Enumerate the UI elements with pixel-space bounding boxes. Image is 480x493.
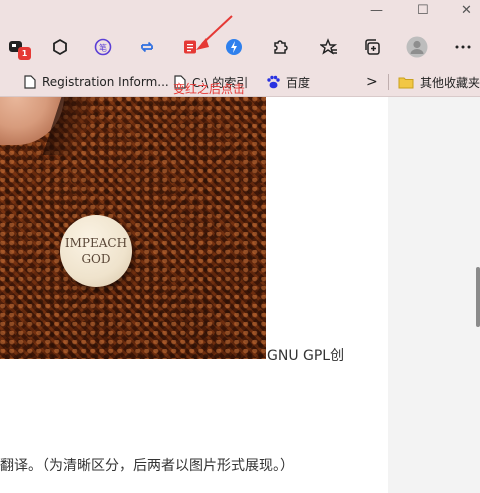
other-favorites-label: 其他收藏夹: [420, 75, 480, 90]
folder-icon: [398, 76, 414, 89]
maximize-button[interactable]: ☐: [417, 3, 429, 18]
puzzle-icon[interactable]: [268, 35, 292, 59]
page-icon: [24, 75, 36, 89]
bookmark-label: Registration Inform...: [42, 75, 169, 89]
translate-icon[interactable]: 笔: [91, 35, 115, 59]
impeach-god-pin: IMPEACH GOD: [60, 215, 132, 287]
pin-text-line2: GOD: [81, 252, 111, 266]
paragraph-text-2: 翻译。（为清晰区分，后两者以图片形式展现。）: [0, 458, 294, 474]
title-bar: — ☐ ✕: [0, 0, 480, 26]
extension-badge-icon[interactable]: 1: [4, 35, 31, 60]
bookmarks-overflow-chevron[interactable]: >: [366, 73, 378, 91]
browser-toolbar: 1 笔: [0, 15, 480, 68]
bookmarks-divider: [388, 74, 389, 90]
bookmark-label: 百度: [286, 75, 311, 90]
profile-icon[interactable]: [405, 35, 429, 59]
batik-shirt-photo: IMPEACH GOD: [0, 97, 266, 359]
bookmark-baidu[interactable]: 百度: [266, 73, 310, 91]
sync-icon[interactable]: [135, 35, 159, 59]
paragraph-text-1: GNU GPL创: [267, 348, 345, 364]
side-pane: [388, 97, 480, 493]
annotation-arrow-icon: [196, 15, 233, 50]
page-content: IMPEACH GOD GNU GPL创 翻译。（为清晰区分，后两者以图片形式展…: [0, 97, 388, 493]
baidu-paw-icon: [266, 75, 280, 89]
minimize-button[interactable]: —: [370, 3, 383, 18]
other-favorites-folder[interactable]: 其他收藏夹: [398, 73, 480, 91]
svg-text:笔: 笔: [99, 43, 107, 53]
favorites-icon[interactable]: [317, 35, 341, 59]
vertical-scrollbar[interactable]: [475, 97, 480, 493]
pin-text-line1: IMPEACH: [64, 236, 128, 250]
scrollbar-thumb[interactable]: [476, 267, 480, 327]
extension-badge: 1: [18, 47, 31, 60]
close-button[interactable]: ✕: [461, 3, 472, 18]
more-icon[interactable]: [451, 35, 475, 59]
collections-icon[interactable]: [360, 35, 384, 59]
hexagon-icon[interactable]: [48, 35, 72, 59]
chevron-right-icon: >: [366, 74, 378, 90]
bookmark-registration[interactable]: Registration Inform...: [24, 73, 169, 91]
annotation-text: 变红之后点击: [173, 82, 246, 96]
